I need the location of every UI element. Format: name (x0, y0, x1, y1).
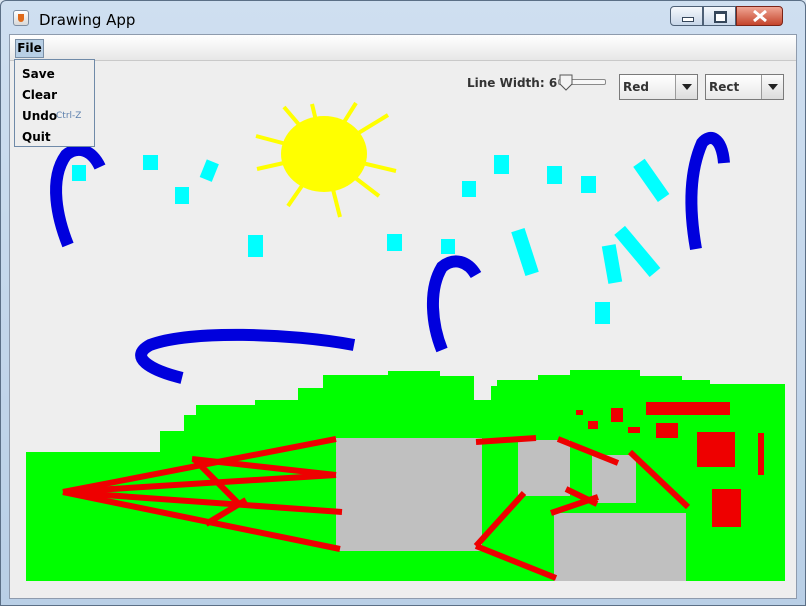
line-width-slider[interactable] (558, 73, 606, 91)
blue-strokes (50, 132, 730, 384)
chevron-down-icon[interactable] (675, 75, 697, 99)
file-menu-dropdown: Save Clear Undo Ctrl-Z Quit (14, 59, 95, 147)
chevron-down-icon[interactable] (761, 75, 783, 99)
close-button[interactable] (736, 6, 783, 26)
color-select-value: Red (623, 80, 649, 94)
undo-shortcut: Ctrl-Z (56, 111, 82, 121)
menu-item-label: Quit (22, 130, 51, 144)
app-window: Drawing App File Save Clear Undo Ctrl-Z … (0, 0, 806, 606)
sun (255, 101, 397, 218)
menu-item-label: Save (22, 67, 55, 81)
cyan-marks (72, 155, 670, 324)
line-width-label: Line Width: 6 (467, 76, 558, 90)
shape-select-value: Rect (709, 80, 740, 94)
menu-item-clear[interactable]: Clear (15, 85, 94, 105)
menu-file[interactable]: File (15, 39, 44, 58)
drawing-canvas[interactable] (10, 35, 796, 598)
menu-bar: File (10, 35, 796, 61)
java-cup-icon (13, 10, 29, 26)
menu-item-label: Clear (22, 88, 58, 102)
close-icon (753, 10, 767, 22)
minimize-button[interactable] (670, 6, 703, 26)
menu-item-undo[interactable]: Undo Ctrl-Z (15, 106, 94, 126)
client-area: File Save Clear Undo Ctrl-Z Quit Line Wi… (9, 34, 797, 599)
menu-item-label: Undo (22, 109, 58, 123)
title-bar[interactable]: Drawing App (1, 1, 805, 34)
menu-item-save[interactable]: Save (15, 64, 94, 84)
shape-select[interactable]: Rect (705, 74, 784, 100)
maximize-button[interactable] (703, 6, 736, 26)
menu-item-quit[interactable]: Quit (15, 127, 94, 147)
window-title: Drawing App (39, 11, 136, 29)
color-select[interactable]: Red (619, 74, 698, 100)
slider-thumb[interactable] (559, 74, 573, 91)
